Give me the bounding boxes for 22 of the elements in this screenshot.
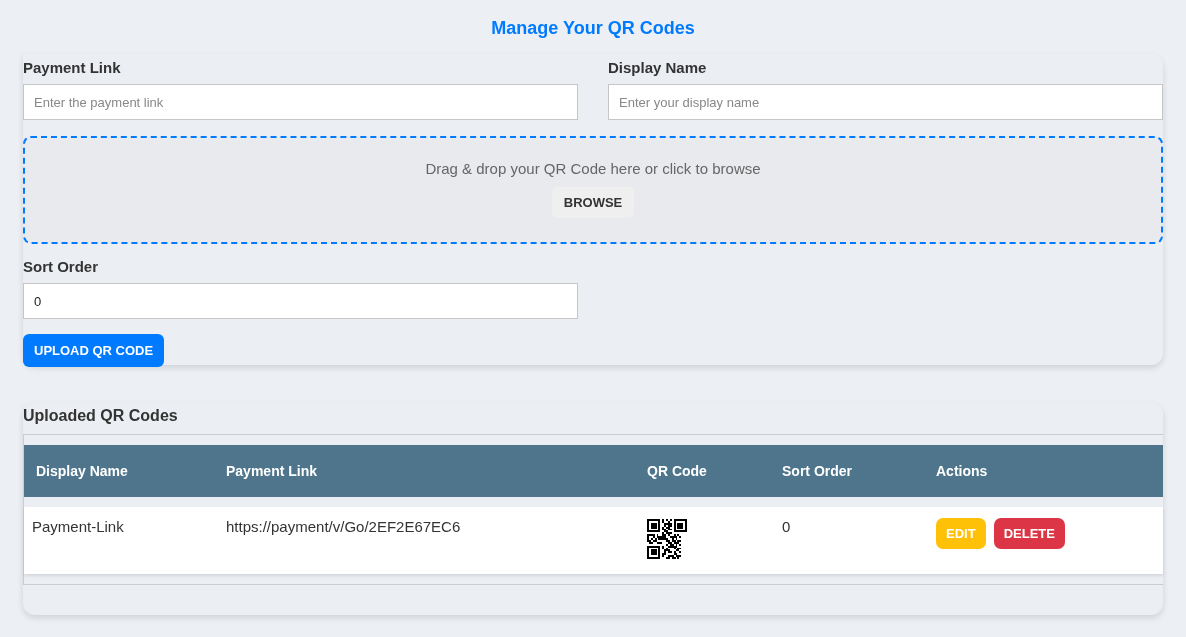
column-header: Actions <box>924 445 1163 497</box>
table-cell: Payment-Link <box>24 507 214 574</box>
column-header: Sort Order <box>770 445 924 497</box>
column-header: Payment Link <box>214 445 635 497</box>
drop-zone-text: Drag & drop your QR Code here or click to browse <box>425 160 761 177</box>
column-header: Display Name <box>24 445 214 497</box>
text-input-field[interactable]: Enter the payment link <box>23 84 578 120</box>
drop-zone[interactable]: Drag & drop your QR Code here or click to browse BROWSE <box>23 136 1163 244</box>
field-label: Display Name <box>608 59 708 77</box>
delete-button[interactable]: DELETE <box>993 518 1065 549</box>
qr-code-drawing <box>647 519 687 559</box>
browse-button[interactable]: BROWSE <box>551 187 635 218</box>
table-cell: 0 <box>770 507 924 574</box>
field-label: Sort Order <box>23 258 99 276</box>
section-title: Uploaded QR Codes <box>23 406 179 426</box>
column-header: QR Code <box>635 445 770 497</box>
upload-button[interactable]: UPLOAD QR CODE <box>23 334 165 367</box>
table-cell: https://payment/v/Go/2EF2E67EC6 <box>214 507 635 574</box>
page-title: Manage Your QR Codes <box>490 17 696 40</box>
text-input-field[interactable]: Enter your display name <box>608 84 1163 120</box>
field-label: Payment Link <box>23 59 122 77</box>
sort-order-input-field[interactable]: 0 <box>23 283 578 319</box>
